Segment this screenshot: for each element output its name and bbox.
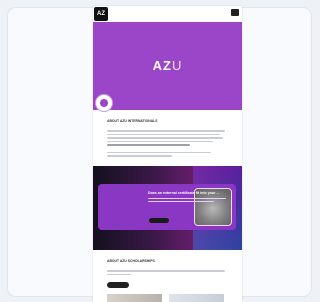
menu-icon[interactable] <box>231 9 239 16</box>
logo-badge[interactable]: AZ <box>94 7 108 21</box>
scholarships-section: ABOUT AZU SCHOLARSHIPS <box>107 259 225 275</box>
top-bar: AZ <box>93 6 242 22</box>
text-line <box>107 140 214 142</box>
promo-text-line <box>148 200 215 203</box>
promo-button[interactable] <box>149 218 169 223</box>
text-line <box>107 151 211 153</box>
promo-title: Does an external certificate fit into yo… <box>148 191 220 195</box>
hero-banner: AZU <box>93 22 242 112</box>
thumbnail-image[interactable] <box>107 294 162 302</box>
hero-logo-main: AZ <box>152 58 172 73</box>
text-line <box>107 270 225 272</box>
seal-icon <box>95 94 113 112</box>
thumbnail-image[interactable] <box>169 294 224 302</box>
text-line <box>107 273 131 275</box>
promo-text-line <box>148 197 226 199</box>
mobile-page-preview: AZ AZU ABOUT AZU INTERNATIONALS Does an … <box>93 6 242 302</box>
about-section: ABOUT AZU INTERNATIONALS <box>107 119 225 157</box>
text-line <box>107 155 172 157</box>
text-line <box>107 130 225 132</box>
hero-logo-suffix: U <box>171 58 183 73</box>
text-line <box>107 137 223 139</box>
text-line <box>107 133 221 135</box>
hero-logo: AZU <box>93 58 242 73</box>
scholarships-button[interactable] <box>107 282 129 288</box>
promo-copy: Does an external certificate fit into yo… <box>148 191 226 203</box>
